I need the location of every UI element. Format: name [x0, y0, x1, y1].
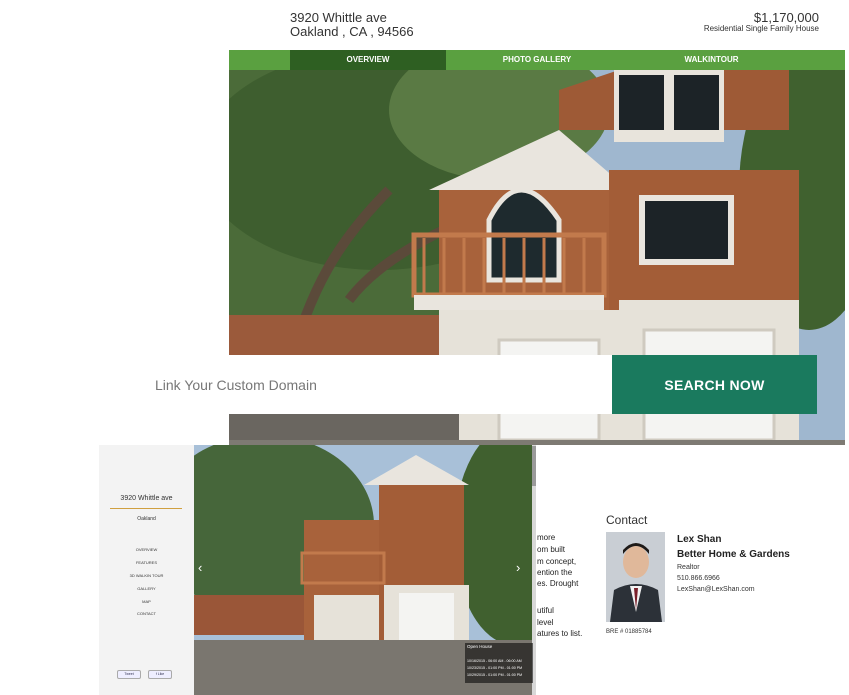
description-line: ention the	[537, 568, 573, 577]
property-nav: OVERVIEW PHOTO GALLERY WALKINTOUR	[229, 50, 845, 70]
open-house-box	[465, 643, 533, 683]
gallery-next-arrow-icon[interactable]: ›	[516, 560, 520, 575]
agent-role: Realtor	[677, 564, 700, 571]
preview-sidebar-title: 3920 Whittle ave	[120, 495, 173, 502]
open-house-row: 10/29/2015 - 01:00 PM - 01:00 PM	[467, 673, 523, 677]
agent-photo	[606, 532, 665, 622]
preview-nav-walkin-tour[interactable]: 3D WALKIN TOUR	[99, 573, 194, 578]
preview-nav-features[interactable]: FEATURES	[99, 560, 194, 565]
description-line: om built	[537, 545, 566, 554]
bre-license: BRE # 01885784	[606, 629, 652, 635]
description-line: level	[537, 618, 554, 627]
tab-photo-gallery[interactable]: PHOTO GALLERY	[446, 50, 628, 70]
description-line: utiful	[537, 606, 554, 615]
tweet-button[interactable]: Tweet	[117, 670, 141, 679]
preview-nav-contact[interactable]: CONTACT	[99, 611, 194, 616]
open-house-row: 10/16/2015 - 06:00 AM - 06:00 AM	[467, 659, 522, 663]
agent-phone[interactable]: 510.866.6966	[677, 575, 720, 582]
sidebar-divider	[110, 508, 182, 509]
preview-sidebar	[99, 445, 194, 695]
agent-email[interactable]: LexShan@LexShan.com	[677, 586, 755, 593]
tab-walkin-tour[interactable]: WALKINTOUR	[628, 50, 795, 70]
preview-nav-overview[interactable]: OVERVIEW	[99, 547, 194, 552]
description-line: m concept,	[537, 557, 577, 566]
description-line: es. Drought	[537, 579, 579, 588]
gallery-prev-arrow-icon[interactable]: ‹	[198, 560, 202, 575]
agent-company: Better Home & Gardens	[677, 549, 790, 560]
property-type: Residential Single Family House	[703, 24, 819, 33]
open-house-title: Open House	[467, 644, 493, 649]
property-city: Oakland , CA , 94566	[290, 24, 414, 39]
agent-name: Lex Shan	[677, 534, 722, 545]
facebook-like-button[interactable]: f Like	[148, 670, 172, 679]
description-line: atures to list.	[537, 629, 583, 638]
gallery-scrollbar-thumb[interactable]	[532, 446, 536, 486]
domain-search-bar	[135, 355, 612, 414]
open-house-row: 10/23/2015 - 01:00 PM - 01:00 PM	[467, 666, 523, 670]
tab-overview[interactable]: OVERVIEW	[290, 50, 446, 70]
description-line: more	[537, 533, 556, 542]
property-price: $1,170,000	[753, 10, 819, 25]
property-street: 3920 Whittle ave	[290, 10, 387, 25]
search-now-button[interactable]: SEARCH NOW	[612, 355, 817, 414]
preview-sidebar-city: Oakland	[137, 516, 156, 522]
preview-nav-gallery[interactable]: GALLERY	[99, 586, 194, 591]
hero-house-photo	[229, 70, 845, 480]
domain-search-input[interactable]	[135, 355, 612, 414]
contact-heading: Contact	[606, 513, 648, 527]
preview-nav-map[interactable]: MAP	[99, 599, 194, 604]
